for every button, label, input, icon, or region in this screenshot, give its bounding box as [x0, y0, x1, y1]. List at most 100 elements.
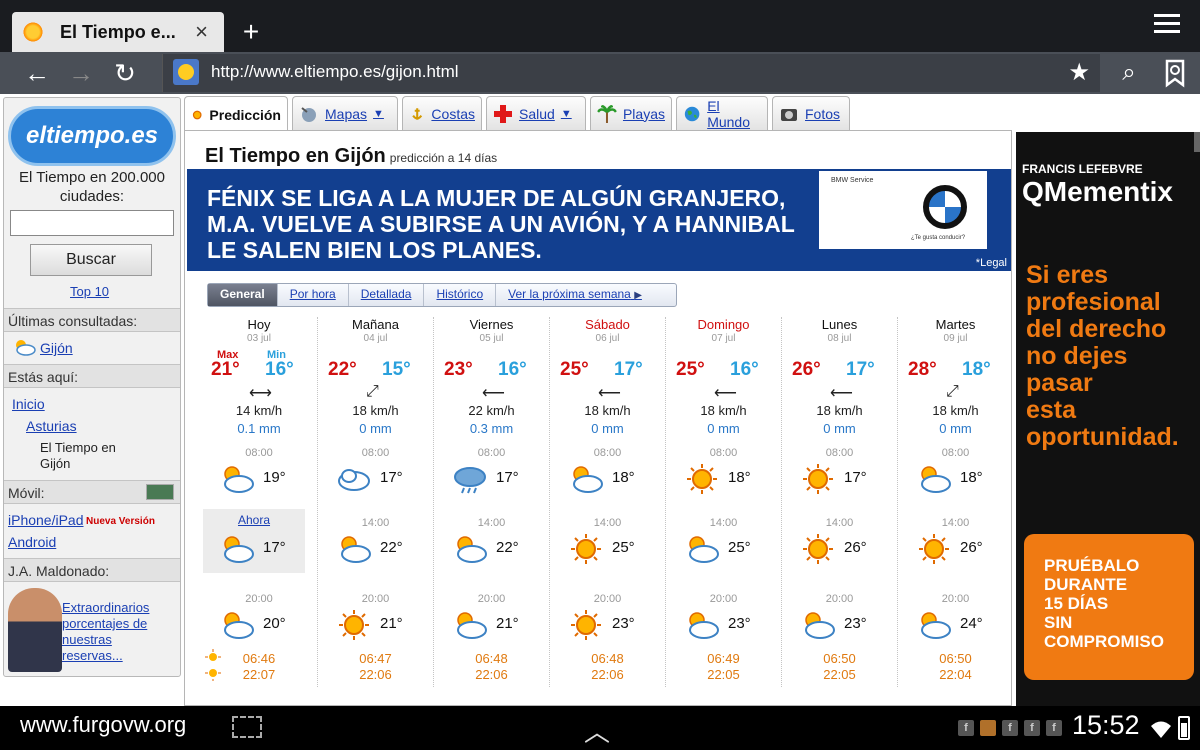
bmw-ad-panel: BMW Service ¿Te gusta conducir?: [819, 171, 987, 249]
chevron-up-icon[interactable]: ︿: [584, 712, 610, 749]
ad-slogan-line: esta: [1026, 396, 1077, 424]
tab-mapas-label: Mapas: [325, 105, 368, 122]
tab-next-week[interactable]: Ver la próxima semana ▶: [496, 284, 654, 306]
sunrise-time: 06:48: [475, 651, 508, 666]
recent-header: Últimas consultadas:: [4, 308, 180, 332]
breadcrumb-home-link[interactable]: Inicio: [12, 396, 45, 412]
wifi-icon: [1151, 721, 1171, 738]
address-field[interactable]: http://www.eltiempo.es/gijon.html ★: [162, 54, 1100, 92]
ad-cta-line: PRUÉBALO: [1044, 556, 1140, 575]
sunset-time: 22:06: [359, 667, 392, 682]
min-temperature: 18°: [962, 359, 991, 380]
tab-el-mundo[interactable]: El Mundo: [676, 96, 768, 130]
browser-tab[interactable]: El Tiempo e... ×: [12, 12, 224, 52]
precipitation: 0 mm: [823, 421, 856, 436]
breadcrumb-asturias-link[interactable]: Asturias: [26, 418, 77, 434]
partly-cloudy-icon: [805, 612, 835, 639]
bmw-service-text: BMW Service: [831, 177, 874, 184]
ad-slogan-line: Si eres: [1026, 261, 1109, 289]
bookmarks-icon[interactable]: [1160, 58, 1190, 88]
ad-slogan-line: pasar: [1026, 369, 1093, 397]
facebook-notification-icon: f: [1046, 720, 1062, 736]
facebook-notification-icon: f: [1002, 720, 1018, 736]
now-link[interactable]: Ahora: [201, 513, 307, 527]
top-10-link[interactable]: Top 10: [70, 284, 109, 299]
banner-ad[interactable]: FÉNIX SE LIGA A LA MUJER DE ALGÚN GRANJE…: [187, 169, 1011, 271]
right-ad[interactable]: FRANCIS LEFEBVRE QMementix Si eres profe…: [1016, 132, 1200, 706]
legal-link[interactable]: *Legal: [976, 257, 1007, 269]
precipitation: 0 mm: [707, 421, 740, 436]
tab-costas[interactable]: Costas: [402, 96, 482, 130]
slot-temperature: 22°: [380, 539, 403, 556]
slot-time: 08:00: [593, 447, 622, 459]
eltiempo-logo[interactable]: eltiempo.es: [8, 106, 176, 166]
slot-time: 08:00: [245, 447, 273, 459]
precipitation: 0 mm: [591, 421, 624, 436]
tab-fotos[interactable]: Fotos: [772, 96, 850, 130]
ad-cta-line: SIN: [1044, 613, 1073, 632]
wind-direction-icon: ⟷: [249, 385, 272, 402]
day-name: Viernes: [469, 317, 514, 332]
promo-link-line1[interactable]: Extraordinarios: [62, 600, 149, 615]
sun-icon: [803, 464, 833, 494]
partly-cloudy-icon: [341, 536, 371, 563]
tab-playas[interactable]: Playas: [590, 96, 672, 130]
satellite-map-icon: [301, 106, 316, 122]
slot-temperature: 18°: [612, 469, 635, 486]
new-tab-button[interactable]: +: [234, 12, 268, 52]
slot-time: 14:00: [593, 517, 622, 529]
back-button[interactable]: ←: [20, 56, 54, 90]
reload-button[interactable]: ↻: [108, 56, 142, 90]
partly-cloudy-icon: [921, 466, 951, 493]
wind-speed: 18 km/h: [584, 403, 631, 418]
tab-historico[interactable]: Histórico: [424, 284, 497, 306]
sun-icon: [687, 464, 717, 494]
day-column: Sábado 06 jul 25° 17° ⟵ 18 km/h 0 mm 08:00 18° 14…: [549, 317, 665, 687]
sun-icon: [571, 534, 601, 564]
anchor-icon: [412, 107, 423, 120]
main-content: El Tiempo en Gijón predicción a 14 días F…: [184, 130, 1012, 706]
wind-speed: 22 km/h: [468, 403, 515, 418]
search-button[interactable]: Buscar: [30, 244, 152, 276]
tab-mapas[interactable]: Mapas ▼: [292, 96, 398, 130]
iphone-ipad-link[interactable]: iPhone/iPad: [8, 512, 84, 528]
slot-temperature: 23°: [844, 615, 867, 632]
screenshot-icon[interactable]: [232, 716, 262, 738]
partly-cloudy-icon: [573, 466, 603, 493]
day-column: Martes 09 jul 28° 18° ⤢ 18 km/h 0 mm 08:00 18° 14…: [897, 317, 1013, 687]
wind-speed: 18 km/h: [816, 403, 863, 418]
forward-button[interactable]: →: [64, 56, 98, 90]
promo-link-line2[interactable]: porcentajes de: [62, 616, 147, 631]
search-icon[interactable]: ⌕: [1112, 56, 1146, 90]
system-navigation-bar: www.furgovw.org ︿ f f f f 15:52: [0, 706, 1200, 750]
city-search-input[interactable]: [10, 210, 174, 236]
promo-link-line3[interactable]: nuestras: [62, 632, 112, 647]
globe-icon: [684, 106, 700, 121]
promo-link-line4[interactable]: reservas...: [62, 648, 123, 663]
tab-por-hora[interactable]: Por hora: [278, 284, 349, 306]
wind-direction-icon: ⟵: [714, 385, 737, 402]
sunset-time: 22:05: [823, 667, 856, 682]
sunset-time: 22:07: [242, 667, 276, 682]
ad-cta-box[interactable]: PRUÉBALO DURANTE 15 DÍAS SIN COMPROMISO: [1024, 534, 1194, 680]
close-tab-icon[interactable]: ×: [195, 19, 208, 45]
play-arrow-icon: ▶: [634, 290, 642, 301]
slot-time: 14:00: [941, 517, 970, 529]
ad-cta-line: 15 DÍAS: [1044, 594, 1109, 613]
tab-salud[interactable]: Salud ▼: [486, 96, 586, 130]
day-date: 07 jul: [711, 333, 736, 344]
slot-temperature: 18°: [960, 469, 983, 486]
slot-time: 08:00: [941, 447, 970, 459]
person-photo[interactable]: [8, 588, 62, 672]
tab-general[interactable]: General: [208, 284, 278, 306]
browser-menu-icon[interactable]: [1154, 14, 1182, 38]
cloud-icon: [338, 469, 370, 491]
bookmark-star-icon[interactable]: ★: [1068, 58, 1090, 87]
day-column: Lunes 08 jul 26° 17° ⟵ 18 km/h 0 mm 08:00 17° 14:…: [781, 317, 897, 687]
tab-prediccion[interactable]: Predicción: [184, 96, 288, 132]
tab-detallada[interactable]: Detallada: [349, 284, 425, 306]
recent-gijon-link[interactable]: Gijón: [40, 340, 73, 356]
url-text[interactable]: http://www.eltiempo.es/gijon.html: [211, 62, 459, 82]
wind-speed: 14 km/h: [235, 403, 283, 418]
android-link[interactable]: Android: [8, 534, 56, 550]
